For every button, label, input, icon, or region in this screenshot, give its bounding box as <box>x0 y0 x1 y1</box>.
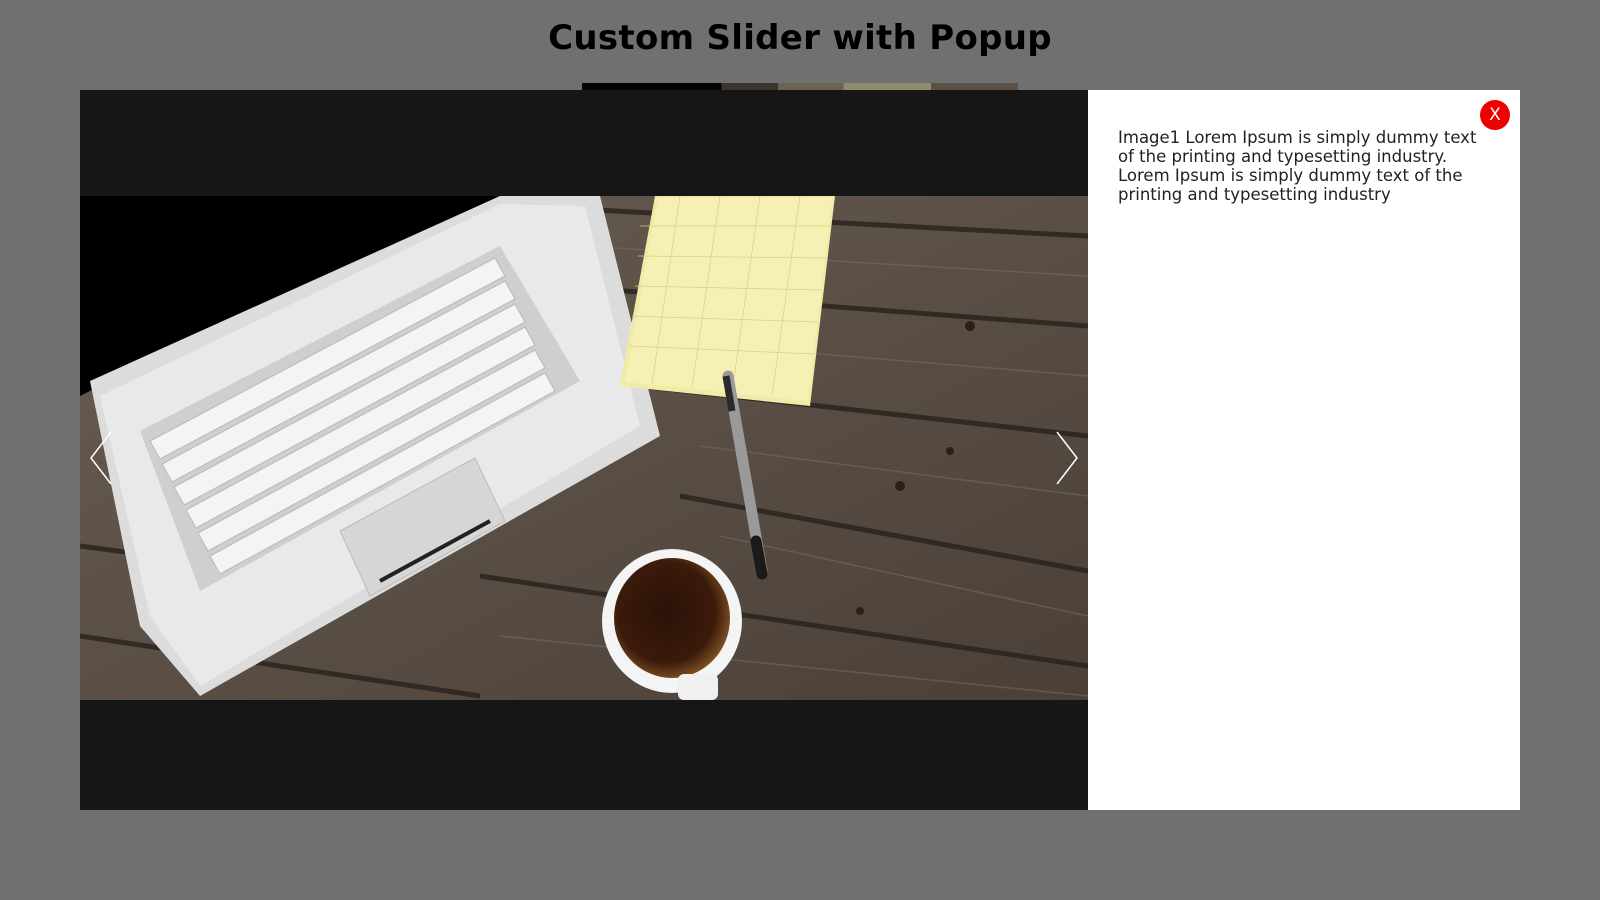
next-slide-button[interactable] <box>1046 428 1086 488</box>
chevron-left-icon <box>90 431 112 485</box>
chevron-right-icon <box>1056 431 1078 485</box>
page-title: Custom Slider with Popup <box>548 18 1052 58</box>
slide-image <box>80 196 1088 700</box>
description-panel: X Image1 Lorem Ipsum is simply dummy tex… <box>1088 90 1520 810</box>
slide-description: Image1 Lorem Ipsum is simply dummy text … <box>1118 128 1477 204</box>
slide-stage <box>80 90 1088 810</box>
previous-slide-button[interactable] <box>82 428 122 488</box>
close-button[interactable]: X <box>1480 100 1510 130</box>
popup-modal: X Image1 Lorem Ipsum is simply dummy tex… <box>80 90 1520 810</box>
